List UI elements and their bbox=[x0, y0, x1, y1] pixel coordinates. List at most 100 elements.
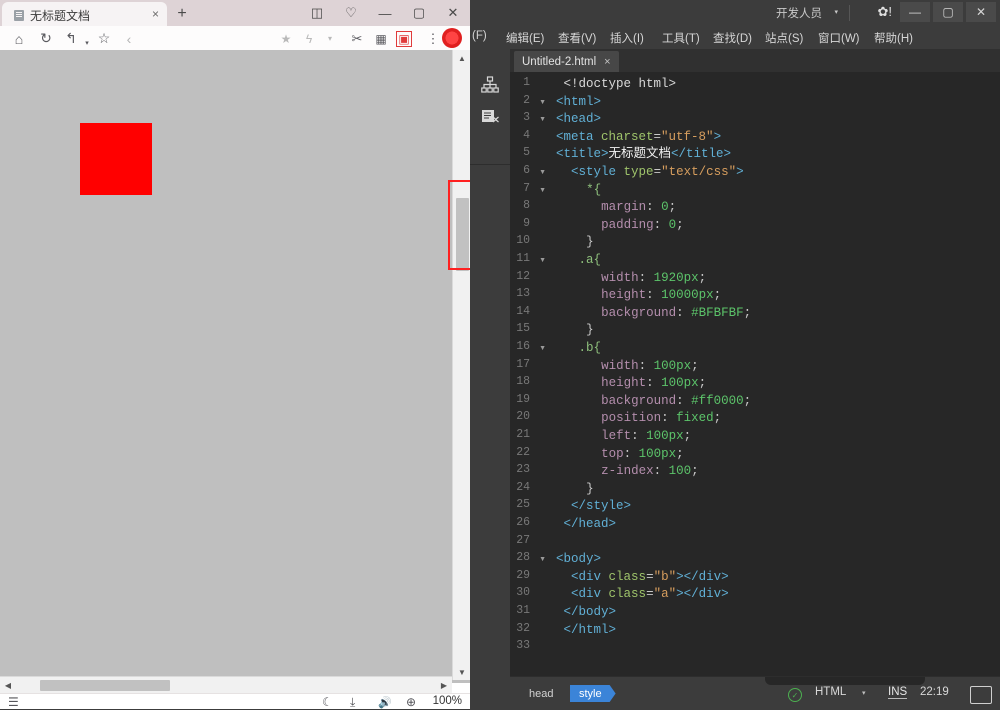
browser-tab-close-icon[interactable]: × bbox=[152, 7, 159, 21]
dw-close-button[interactable]: ✕ bbox=[966, 2, 996, 22]
code-line[interactable]: top: 100px; bbox=[601, 446, 684, 464]
home-icon[interactable]: ⌂ bbox=[10, 30, 28, 47]
zoom-icon[interactable]: ⊕ bbox=[406, 694, 416, 709]
code-line[interactable]: height: 10000px; bbox=[601, 287, 721, 305]
code-line[interactable]: left: 100px; bbox=[601, 428, 691, 446]
code-line[interactable]: *{ bbox=[586, 182, 601, 200]
menu-insert[interactable]: 插入(I) bbox=[610, 30, 644, 46]
reload-icon[interactable]: ↻ bbox=[37, 30, 55, 47]
code-line[interactable]: z-index: 100; bbox=[601, 463, 699, 481]
zoom-level-label[interactable]: 100% bbox=[433, 695, 462, 707]
maximize-button[interactable]: ▢ bbox=[402, 0, 436, 26]
menu-window[interactable]: 窗口(W) bbox=[818, 30, 860, 46]
scroll-left-arrow-icon[interactable]: ◀ bbox=[0, 677, 16, 694]
code-fold-icon[interactable]: ▼ bbox=[539, 556, 546, 563]
code-line[interactable]: width: 1920px; bbox=[601, 270, 706, 288]
close-button[interactable]: ✕ bbox=[436, 0, 470, 26]
vertical-scroll-thumb[interactable] bbox=[456, 198, 469, 271]
code-line[interactable]: <!doctype html> bbox=[564, 76, 677, 94]
page-horizontal-scrollbar[interactable]: ◀ ▶ bbox=[0, 676, 452, 694]
code-content[interactable]: <!doctype html> <html> <head> <meta charset… bbox=[552, 72, 1000, 676]
code-line[interactable]: <div class="b"></div> bbox=[571, 569, 729, 587]
scroll-up-arrow-icon[interactable]: ▲ bbox=[453, 50, 470, 66]
code-line[interactable]: width: 100px; bbox=[601, 358, 699, 376]
doctype-label[interactable]: HTML bbox=[815, 686, 846, 698]
breadcrumb-style[interactable]: style bbox=[570, 685, 616, 702]
workspace-caret-icon[interactable]: ▾ bbox=[834, 8, 838, 16]
code-snippet-icon[interactable] bbox=[478, 105, 502, 129]
code-line[interactable]: .b{ bbox=[579, 340, 602, 358]
dom-tree-icon[interactable] bbox=[478, 73, 502, 97]
gear-icon[interactable]: ✿! bbox=[877, 4, 892, 20]
code-line[interactable]: padding: 0; bbox=[601, 217, 684, 235]
editor-tab-close-icon[interactable]: × bbox=[604, 56, 610, 68]
code-line[interactable]: <body> bbox=[556, 551, 601, 569]
breadcrumb-head[interactable]: head bbox=[520, 685, 562, 702]
code-line[interactable]: } bbox=[586, 322, 594, 340]
workspace-selector[interactable]: 开发人员 bbox=[776, 5, 822, 21]
back-icon[interactable]: ‹ bbox=[120, 30, 138, 47]
code-fold-icon[interactable]: ▼ bbox=[539, 169, 546, 176]
editor-tab-untitled-2[interactable]: Untitled-2.html × bbox=[514, 51, 619, 72]
minimize-button[interactable]: — bbox=[368, 0, 402, 26]
code-line[interactable]: position: fixed; bbox=[601, 410, 721, 428]
chevron-down-icon[interactable]: ▾ bbox=[321, 30, 339, 47]
code-line[interactable]: background: #ff0000; bbox=[601, 393, 751, 411]
scroll-down-arrow-icon[interactable]: ▼ bbox=[453, 664, 470, 680]
browser-tab[interactable]: 无标题文档 × bbox=[2, 2, 167, 26]
code-line[interactable]: } bbox=[586, 481, 594, 499]
code-line[interactable]: </head> bbox=[564, 516, 617, 534]
new-tab-button[interactable]: + bbox=[172, 4, 192, 24]
scissors-icon[interactable]: ✂ bbox=[348, 30, 366, 47]
code-fold-icon[interactable]: ▼ bbox=[539, 187, 546, 194]
menu-tools[interactable]: 工具(T) bbox=[662, 30, 700, 46]
code-line[interactable]: background: #BFBFBF; bbox=[601, 305, 751, 323]
code-fold-icon[interactable]: ▼ bbox=[539, 99, 546, 106]
code-line[interactable]: <head> bbox=[556, 111, 601, 129]
code-fold-icon[interactable]: ▼ bbox=[539, 257, 546, 264]
code-line[interactable]: height: 100px; bbox=[601, 375, 706, 393]
dark-mode-icon[interactable]: ☾ bbox=[322, 694, 333, 709]
code-line[interactable]: <meta charset="utf-8"> bbox=[556, 129, 721, 147]
code-line[interactable]: .a{ bbox=[579, 252, 602, 270]
code-line[interactable]: <title>无标题文档</title> bbox=[556, 146, 731, 164]
split-screen-button[interactable]: ◫ bbox=[300, 0, 334, 26]
code-line[interactable]: </body> bbox=[564, 604, 617, 622]
code-line[interactable]: </html> bbox=[564, 622, 617, 640]
favorite-icon[interactable]: ☆ bbox=[95, 30, 113, 47]
menu-help[interactable]: 帮助(H) bbox=[874, 30, 913, 46]
menu-view[interactable]: 查看(V) bbox=[558, 30, 596, 46]
history-caret-icon[interactable]: ▾ bbox=[78, 34, 96, 51]
page-vertical-scrollbar[interactable]: ▲ ▼ bbox=[452, 50, 470, 680]
code-line[interactable]: </style> bbox=[571, 498, 631, 516]
doctype-caret-icon[interactable]: ▾ bbox=[862, 689, 866, 697]
dw-maximize-button[interactable]: ▢ bbox=[933, 2, 963, 22]
menu-find[interactable]: 查找(D) bbox=[713, 30, 752, 46]
device-preview-icon[interactable] bbox=[970, 686, 992, 704]
qr-code-icon[interactable]: ▦ bbox=[372, 30, 390, 47]
code-fold-icon[interactable]: ▼ bbox=[539, 116, 546, 123]
code-editor[interactable]: 1 2 ▼ 3 ▼ 4 5 6 ▼ 7 ▼ 8 9 10 11 ▼ 12 13 14 15 16 ▼ 17 18 19 20 21 2… bbox=[510, 72, 1000, 676]
screenshot-icon[interactable]: ▣ bbox=[396, 31, 412, 47]
scroll-right-arrow-icon[interactable]: ▶ bbox=[436, 677, 452, 694]
menu-edit[interactable]: 编辑(E) bbox=[506, 30, 544, 46]
lightning-icon[interactable]: ϟ bbox=[300, 30, 318, 47]
star-icon[interactable]: ★ bbox=[277, 30, 295, 47]
code-line[interactable]: margin: 0; bbox=[601, 199, 676, 217]
download-icon[interactable]: ⤓ bbox=[350, 694, 355, 709]
code-fold-icon[interactable]: ▼ bbox=[539, 345, 546, 352]
shield-button[interactable]: ♡ bbox=[334, 0, 368, 26]
menu-file[interactable]: (F) bbox=[472, 30, 487, 42]
browser-menu-icon[interactable]: ⋮ bbox=[424, 30, 442, 47]
code-line[interactable]: <style type="text/css"> bbox=[571, 164, 744, 182]
insert-mode-label[interactable]: INS bbox=[888, 686, 908, 699]
horizontal-scroll-thumb[interactable] bbox=[40, 680, 170, 691]
dw-minimize-button[interactable]: — bbox=[900, 2, 930, 22]
sound-icon[interactable]: 🔊 bbox=[378, 694, 392, 709]
reader-mode-icon[interactable]: ☰ bbox=[8, 694, 19, 709]
menu-site[interactable]: 站点(S) bbox=[765, 30, 803, 46]
code-line[interactable]: <div class="a"></div> bbox=[571, 586, 729, 604]
code-line[interactable]: } bbox=[586, 234, 594, 252]
code-line[interactable]: <html> bbox=[556, 94, 601, 112]
user-avatar[interactable] bbox=[442, 28, 462, 48]
